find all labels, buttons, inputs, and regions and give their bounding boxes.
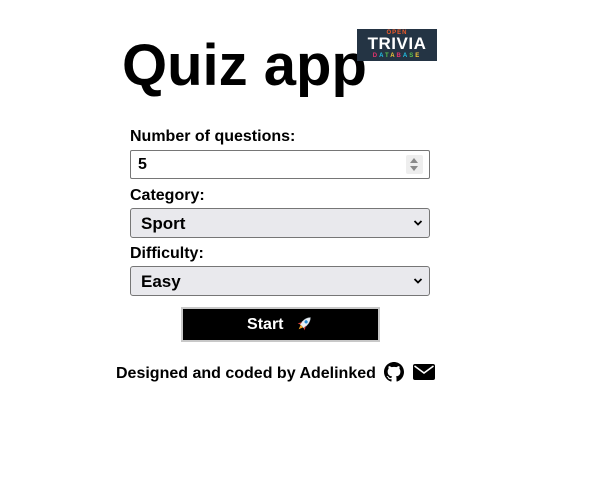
difficulty-select[interactable]: Easy [130,266,430,296]
questions-label: Number of questions: [130,128,296,145]
increment-arrow-icon[interactable] [410,158,418,163]
github-icon[interactable] [384,362,405,382]
questions-value: 5 [138,156,147,173]
category-select[interactable]: Sport [130,208,430,238]
questions-number-input[interactable]: 5 [130,150,430,179]
difficulty-label: Difficulty: [130,245,204,262]
start-button-label: Start [247,316,284,333]
number-spinner[interactable] [406,155,423,174]
page-title: Quiz app [122,33,367,98]
envelope-icon[interactable] [412,363,435,381]
quiz-page: Quiz app OPEN TRIVIA DATABASE Number of … [0,0,596,482]
category-label: Category: [130,187,205,204]
rocket-icon [297,317,311,331]
category-selected-value: Sport [141,214,186,233]
open-trivia-logo: OPEN TRIVIA DATABASE [357,29,437,61]
chevron-down-icon [413,278,423,284]
difficulty-selected-value: Easy [141,272,181,291]
footer: Designed and coded by Adelinked [116,362,435,385]
chevron-down-icon [413,220,423,226]
footer-credit: Designed and coded by Adelinked [116,365,376,382]
logo-trivia-text: TRIVIA [367,34,427,53]
logo-database-text: DATABASE [372,53,422,59]
start-button[interactable]: Start [181,307,380,342]
decrement-arrow-icon[interactable] [410,166,418,171]
